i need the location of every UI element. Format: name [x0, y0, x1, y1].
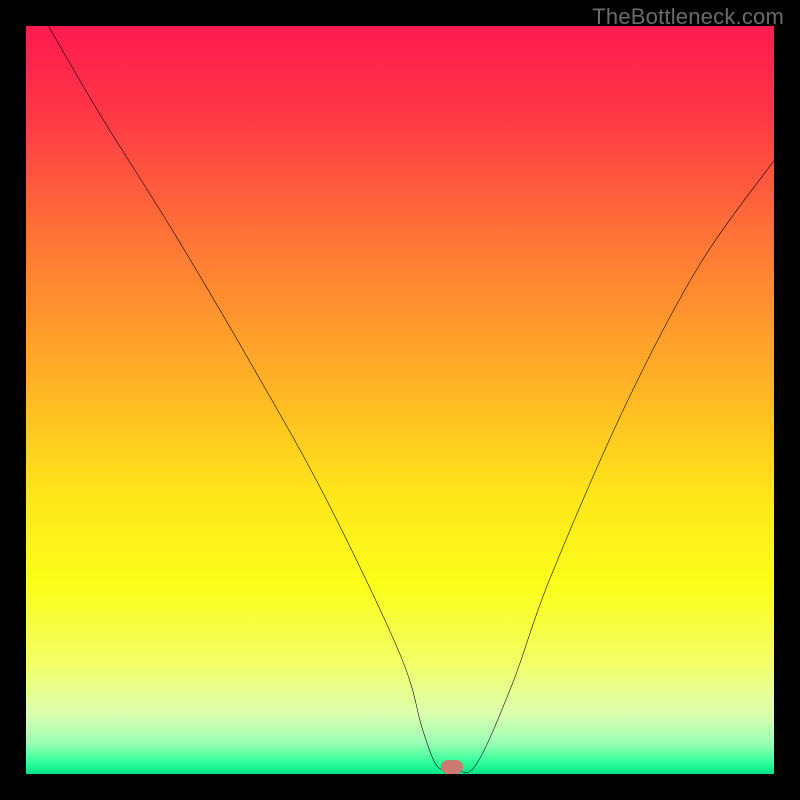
- chart-curve: [26, 26, 774, 774]
- watermark-text: TheBottleneck.com: [592, 4, 784, 30]
- chart-minimum-marker: [441, 760, 463, 774]
- chart-plot-area: [26, 26, 774, 774]
